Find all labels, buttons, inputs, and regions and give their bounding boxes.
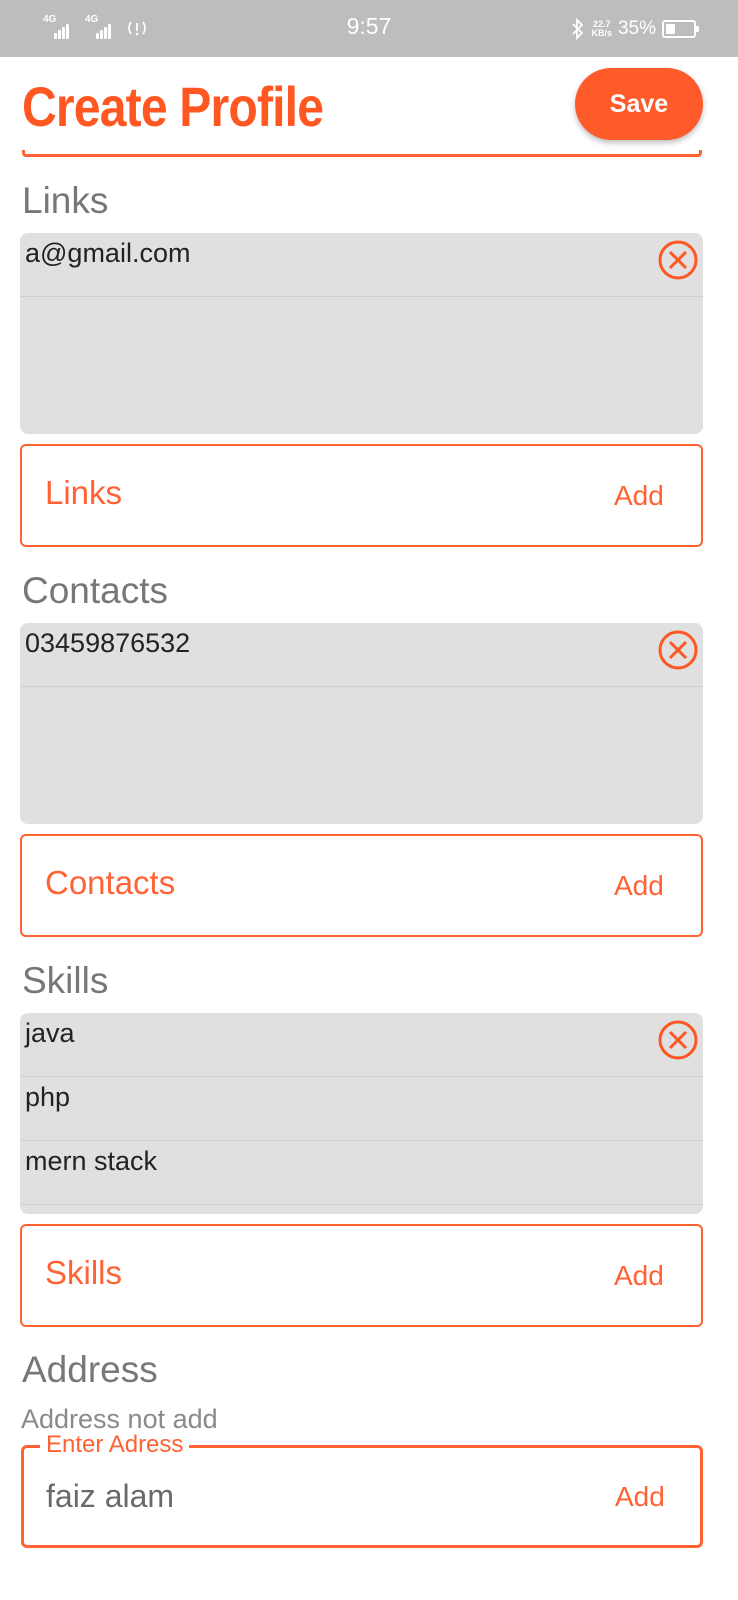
list-item: 03459876532 [20, 623, 703, 687]
skills-list: java php mern stack [20, 1013, 703, 1214]
list-item: mern stack [20, 1141, 703, 1205]
remove-circle-icon[interactable] [657, 1019, 699, 1061]
network-speed: 22.7 KB/s [591, 20, 612, 38]
list-item-text: a@gmail.com [25, 238, 191, 268]
remove-circle-icon[interactable] [657, 629, 699, 671]
list-item-text: java [25, 1018, 75, 1048]
add-link-button[interactable]: Add [614, 480, 664, 512]
links-heading: Links [22, 180, 109, 221]
address-heading: Address [22, 1349, 158, 1390]
address-value[interactable]: faiz alam [46, 1478, 174, 1515]
header-divider [22, 150, 702, 157]
save-button[interactable]: Save [575, 68, 703, 140]
speed-unit: KB/s [591, 28, 612, 38]
battery-level [666, 24, 675, 34]
links-input[interactable]: Links Add [20, 444, 703, 547]
add-address-button[interactable]: Add [615, 1481, 665, 1513]
list-item-text: php [25, 1082, 71, 1112]
add-skill-button[interactable]: Add [614, 1260, 664, 1292]
remove-circle-icon[interactable] [657, 239, 699, 281]
status-bar: 4G 4G 9:57 22.7 KB/s 35% [0, 0, 738, 57]
list-item: php [20, 1077, 703, 1141]
page-title: Create Profile [22, 75, 324, 138]
contacts-list: 03459876532 [20, 623, 703, 824]
address-input[interactable]: Enter Adress faiz alam Add [21, 1431, 703, 1548]
links-input-placeholder: Links [45, 474, 123, 511]
list-item: a@gmail.com [20, 233, 703, 297]
skills-heading: Skills [22, 960, 109, 1001]
address-field-label: Enter Adress [40, 1431, 190, 1459]
add-contact-button[interactable]: Add [614, 870, 664, 902]
battery-percent: 35% [617, 18, 656, 39]
status-right: 22.7 KB/s 35% [571, 14, 699, 44]
links-list: a@gmail.com [20, 233, 703, 434]
list-item-text: mern stack [25, 1146, 158, 1176]
contacts-input[interactable]: Contacts Add [20, 834, 703, 937]
skills-input[interactable]: Skills Add [20, 1224, 703, 1327]
contacts-input-placeholder: Contacts [45, 864, 176, 901]
skills-input-placeholder: Skills [45, 1254, 123, 1291]
bluetooth-icon [572, 18, 584, 40]
list-item-text: 03459876532 [25, 628, 191, 658]
battery-icon [662, 20, 699, 38]
list-item: java [20, 1013, 703, 1077]
contacts-heading: Contacts [22, 570, 169, 611]
